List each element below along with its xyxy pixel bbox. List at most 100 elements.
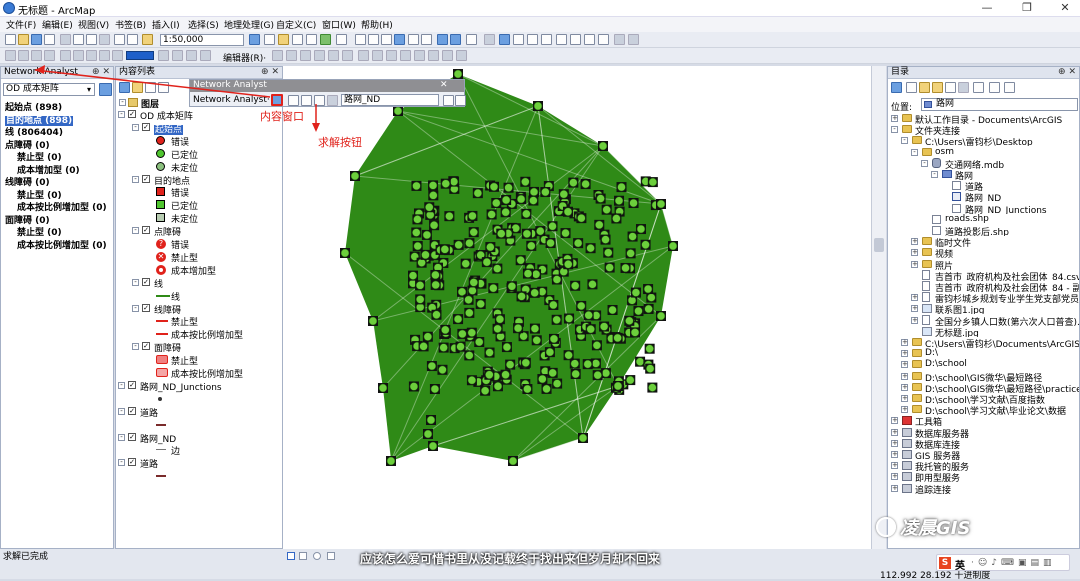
undo-icon[interactable]	[114, 34, 125, 45]
origin-point[interactable]	[486, 242, 495, 252]
origin-point[interactable]	[573, 238, 583, 248]
create-viewer-icon[interactable]	[614, 34, 625, 45]
go-forward-icon[interactable]	[450, 34, 461, 45]
origin-point[interactable]	[529, 196, 538, 205]
refresh-icon[interactable]	[313, 552, 321, 560]
build-network-icon[interactable]	[443, 95, 454, 106]
origin-point[interactable]	[549, 334, 559, 344]
origin-point[interactable]	[412, 181, 421, 191]
toc-row[interactable]: 已定位	[116, 199, 282, 212]
toc-row[interactable]: - ✓ 道路	[116, 457, 282, 470]
origin-point[interactable]	[536, 226, 545, 236]
sogou-icon[interactable]: S	[939, 557, 951, 569]
menu-geoprocessing[interactable]: 地理处理(G)	[224, 18, 274, 31]
origin-point[interactable]	[614, 196, 624, 206]
catalog-window-icon[interactable]	[278, 34, 289, 45]
data-view-icon[interactable]	[287, 552, 295, 560]
menu-customize[interactable]: 自定义(C)	[276, 18, 316, 31]
catalog-item[interactable]: 吉首市_政府机构及社会团体_84 - 副本	[888, 281, 1079, 292]
origin-point[interactable]	[571, 369, 580, 379]
origin-point[interactable]	[464, 295, 473, 305]
origin-point[interactable]	[594, 220, 604, 230]
origin-point[interactable]	[593, 370, 602, 380]
origin-point[interactable]	[647, 293, 656, 302]
catalog-item[interactable]: + GIS 服务器	[888, 449, 1079, 460]
origin-point[interactable]	[469, 227, 479, 237]
origin-point[interactable]	[527, 241, 536, 251]
catalog-item[interactable]: + D:\school\GIS微华\最短路径\practice	[888, 382, 1079, 393]
origin-point[interactable]	[465, 238, 474, 248]
home-icon[interactable]	[932, 82, 943, 93]
origin-point[interactable]	[523, 384, 532, 394]
origin-point[interactable]	[564, 314, 574, 323]
ime-tool-icons[interactable]: ·☺♪⌨▣▤▥	[971, 558, 1056, 568]
map-vertical-scrollbar[interactable]	[871, 66, 886, 550]
origin-point[interactable]	[656, 199, 666, 209]
origin-point[interactable]	[493, 324, 502, 334]
origin-point[interactable]	[496, 229, 506, 238]
map-view[interactable]	[283, 66, 871, 550]
minimize-button[interactable]: —	[974, 1, 1000, 16]
origin-point[interactable]	[629, 198, 638, 208]
origin-point[interactable]	[508, 456, 518, 466]
expand-collapse-icon[interactable]: -	[132, 343, 139, 351]
expand-collapse-icon[interactable]: +	[911, 249, 918, 257]
origin-point[interactable]	[439, 343, 448, 352]
time-slider-icon[interactable]	[598, 34, 609, 45]
origin-point[interactable]	[599, 322, 609, 331]
origin-point[interactable]	[449, 177, 459, 186]
expand-collapse-icon[interactable]: -	[132, 304, 139, 312]
toc-row[interactable]: - ✓ 路网_ND_Junctions	[116, 380, 282, 393]
origin-point[interactable]	[561, 228, 570, 238]
expand-collapse-icon[interactable]: +	[901, 361, 908, 369]
na-class-item[interactable]: 线障碍 (0)	[5, 175, 50, 188]
toc-row[interactable]: 成本按比例增加型	[116, 328, 282, 341]
expand-collapse-icon[interactable]: -	[132, 175, 139, 183]
origin-point[interactable]	[454, 240, 463, 250]
origin-point[interactable]	[613, 333, 622, 343]
identify-icon[interactable]	[513, 34, 524, 45]
catalog-item[interactable]: + C:\Users\雷钧杉\Documents\ArcGIS\	[888, 337, 1079, 348]
add-data-icon[interactable]	[142, 34, 153, 45]
origin-point[interactable]	[513, 323, 523, 333]
catalog-item[interactable]: + 雷钧杉城乡规划专业学生党支部党员获	[888, 292, 1079, 303]
expand-collapse-icon[interactable]: +	[901, 372, 908, 380]
origin-point[interactable]	[431, 280, 440, 290]
origin-point[interactable]	[519, 331, 528, 341]
origin-point[interactable]	[603, 248, 613, 257]
origin-point[interactable]	[453, 314, 463, 324]
menu-windows[interactable]: 窗口(W)	[322, 18, 356, 31]
origin-point[interactable]	[368, 316, 378, 326]
fixed-zoom-in-icon[interactable]	[408, 34, 419, 45]
catalog-item[interactable]: - 路网	[888, 169, 1079, 180]
catalog-item[interactable]: + 照片	[888, 259, 1079, 270]
expand-collapse-icon[interactable]: +	[891, 439, 898, 447]
catalog-item[interactable]: + 全国分乡镇人口数(第六次人口普查).xl	[888, 314, 1079, 326]
expand-collapse-icon[interactable]: +	[891, 451, 898, 458]
toc-row[interactable]: ✕ 禁止型	[116, 251, 282, 264]
expand-collapse-icon[interactable]: +	[911, 316, 918, 324]
zoom-in-icon[interactable]	[355, 34, 366, 45]
cut-polygons-icon[interactable]	[386, 50, 397, 61]
origin-point[interactable]	[465, 308, 474, 318]
expand-collapse-icon[interactable]: +	[891, 473, 898, 481]
origin-point[interactable]	[596, 194, 605, 203]
origin-point[interactable]	[583, 359, 593, 369]
color-picker[interactable]	[126, 51, 154, 60]
expand-collapse-icon[interactable]: -	[118, 459, 125, 467]
html-popup-icon[interactable]	[527, 34, 538, 45]
origin-point[interactable]	[630, 328, 640, 337]
origin-point[interactable]	[456, 342, 465, 351]
origin-point[interactable]	[591, 359, 601, 368]
toc-row[interactable]: 错误	[116, 186, 282, 199]
origin-point[interactable]	[645, 344, 654, 354]
rotate-icon[interactable]	[414, 50, 425, 61]
catalog-item[interactable]: - 交通网络.mdb	[888, 157, 1079, 169]
expand-collapse-icon[interactable]: +	[901, 339, 908, 346]
expand-collapse-icon[interactable]: +	[891, 462, 898, 470]
menu-file[interactable]: 文件(F)	[6, 18, 36, 31]
toc-row[interactable]: - ✓ 点障碍	[116, 225, 282, 238]
origin-point[interactable]	[636, 224, 646, 234]
toc-row[interactable]: - ✓ 道路	[116, 406, 282, 419]
origin-point[interactable]	[413, 215, 422, 224]
